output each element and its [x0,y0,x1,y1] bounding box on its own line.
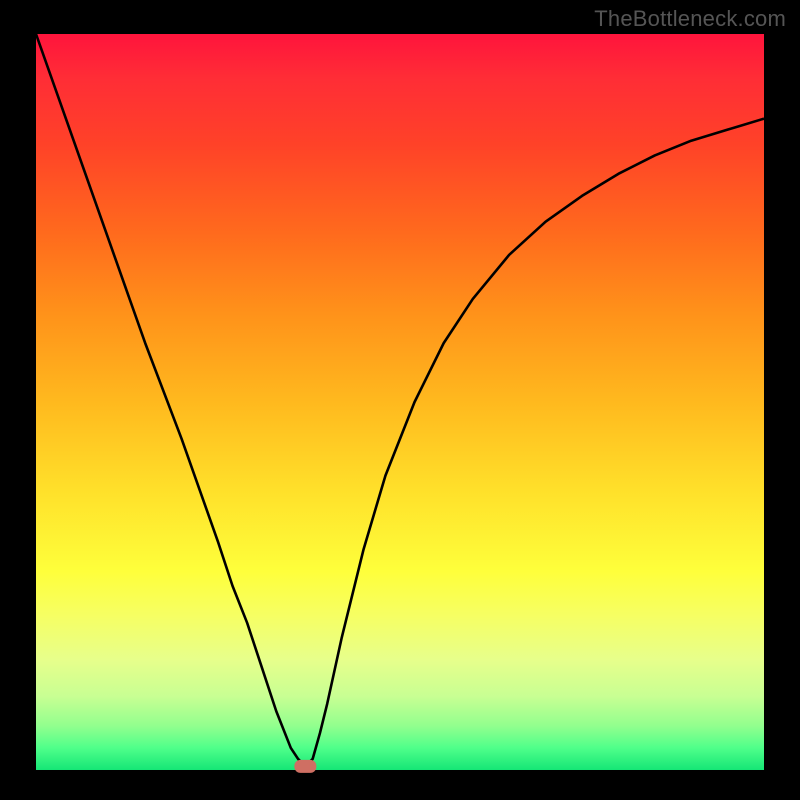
plot-background [36,34,764,770]
bottleneck-chart [0,0,800,800]
optimal-marker [294,760,316,773]
chart-frame: TheBottleneck.com [0,0,800,800]
watermark-text: TheBottleneck.com [594,6,786,32]
